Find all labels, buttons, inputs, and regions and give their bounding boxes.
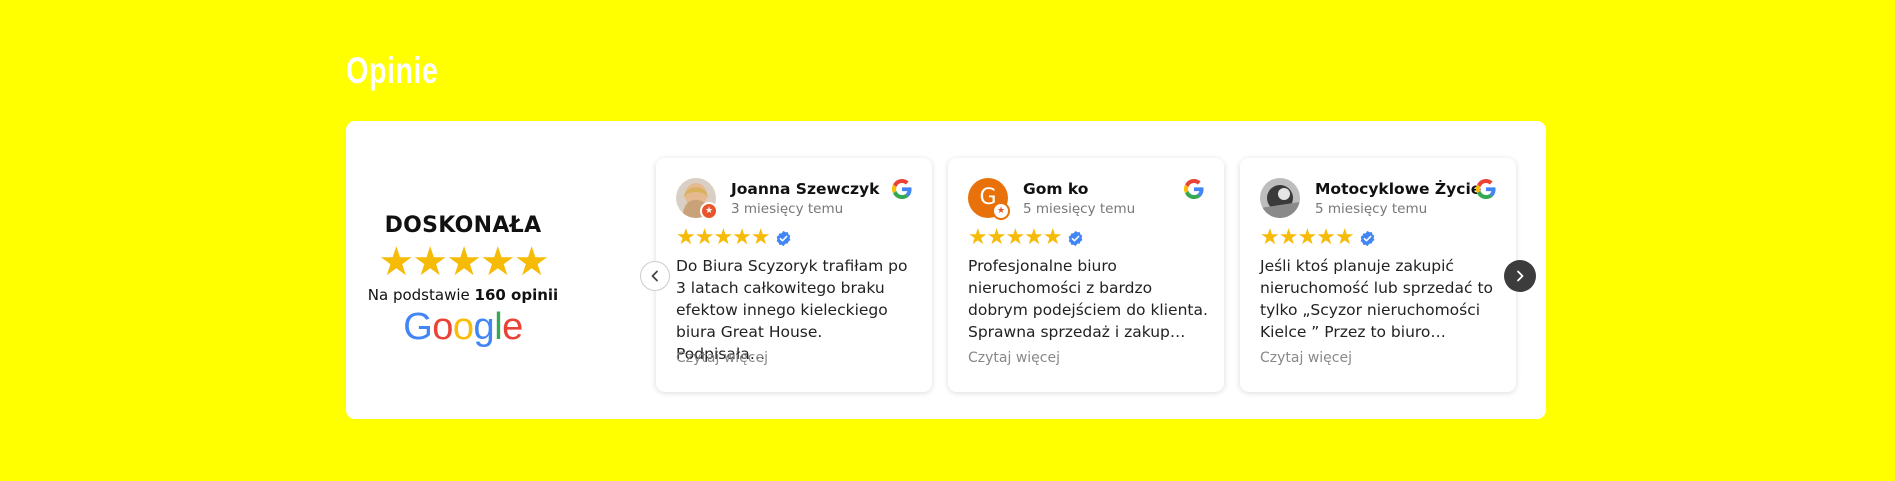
reviews-widget: DOSKONAŁA ★★★★★ Na podstawie 160 opinii … bbox=[346, 121, 1546, 419]
google-g-icon bbox=[1476, 179, 1496, 199]
based-on-text: Na podstawie 160 opinii bbox=[358, 286, 568, 304]
based-on-prefix: Na podstawie bbox=[367, 286, 475, 304]
local-guide-badge-icon: ★ bbox=[992, 202, 1010, 220]
carousel-prev-button[interactable] bbox=[640, 261, 670, 291]
rating-summary: DOSKONAŁA ★★★★★ Na podstawie 160 opinii … bbox=[368, 213, 558, 349]
review-card[interactable]: ★ Joanna Szewczyk 3 miesięcy temu ★★★★★ … bbox=[656, 158, 932, 392]
avatar bbox=[1260, 178, 1300, 218]
chevron-left-icon bbox=[651, 270, 658, 282]
review-time: 5 miesięcy temu bbox=[1023, 201, 1136, 217]
verified-check-icon bbox=[776, 230, 791, 247]
avatar: ★ bbox=[676, 178, 718, 220]
google-g-icon bbox=[892, 179, 912, 199]
verified-check-icon bbox=[1360, 230, 1375, 247]
avatar: G ★ bbox=[968, 178, 1010, 220]
review-card[interactable]: Motocyklowe Życie 5 miesięcy temu ★★★★★ … bbox=[1240, 158, 1516, 392]
review-text: Jeśli ktoś planuje zakupić nieruchomość … bbox=[1260, 257, 1493, 341]
chevron-right-icon bbox=[1517, 270, 1524, 282]
verified-check-icon bbox=[1068, 230, 1083, 247]
review-time: 3 miesięcy temu bbox=[731, 201, 844, 217]
reviewer-name: Gom ko bbox=[1023, 180, 1089, 198]
review-card[interactable]: G ★ Gom ko 5 miesięcy temu ★★★★★ Profesj… bbox=[948, 158, 1224, 392]
review-stars: ★★★★★ bbox=[968, 225, 1063, 250]
read-more-link[interactable]: Czytaj więcej bbox=[1260, 350, 1352, 366]
reviewer-name: Motocyklowe Życie bbox=[1315, 180, 1482, 198]
local-guide-badge-icon: ★ bbox=[700, 202, 718, 220]
google-logo: Google bbox=[403, 306, 523, 348]
review-stars: ★★★★★ bbox=[1260, 225, 1355, 250]
review-time: 5 miesięcy temu bbox=[1315, 201, 1428, 217]
google-g-icon bbox=[1184, 179, 1204, 199]
rating-word: DOSKONAŁA bbox=[384, 213, 542, 238]
reviewer-name: Joanna Szewczyk bbox=[731, 180, 880, 198]
summary-stars: ★★★★★ bbox=[378, 239, 549, 285]
read-more-link[interactable]: Czytaj więcej bbox=[676, 350, 768, 366]
review-text: Profesjonalne biuro nieruchomości z bard… bbox=[968, 257, 1208, 341]
review-stars: ★★★★★ bbox=[676, 225, 771, 250]
review-text: Do Biura Scyzoryk trafiłam po 3 latach c… bbox=[676, 257, 908, 363]
section-title: Opinie bbox=[346, 50, 439, 91]
carousel-next-button[interactable] bbox=[1504, 260, 1536, 292]
read-more-link[interactable]: Czytaj więcej bbox=[968, 350, 1060, 366]
review-count: 160 opinii bbox=[474, 286, 559, 304]
